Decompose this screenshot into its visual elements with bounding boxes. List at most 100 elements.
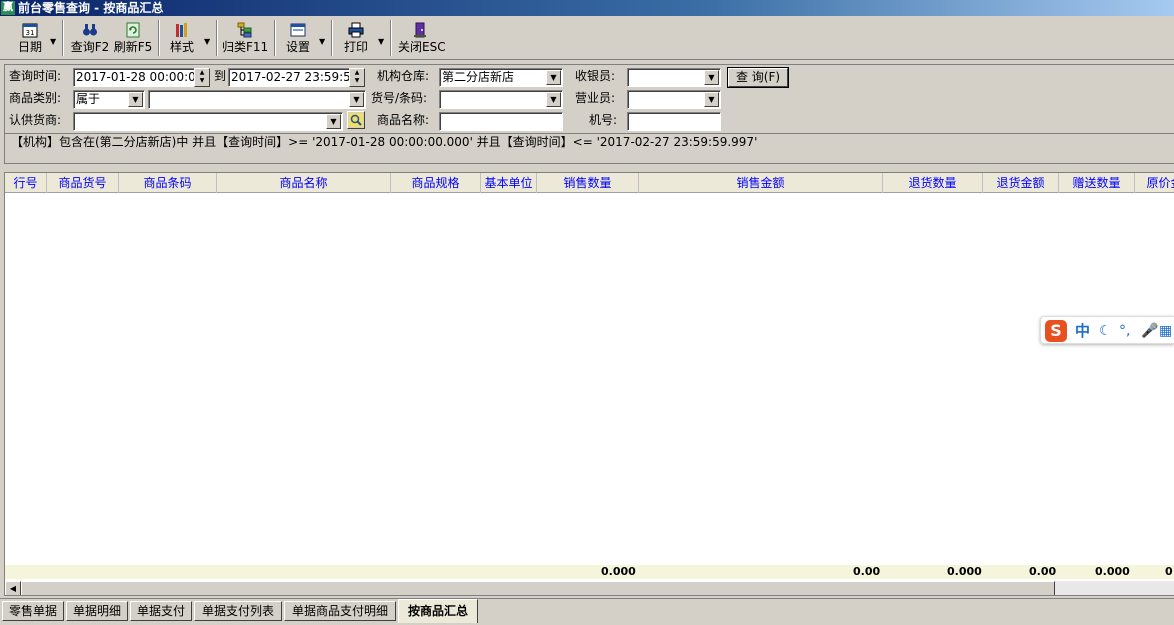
toolbar-separator [158, 20, 160, 56]
category-select[interactable]: ▼ [148, 90, 366, 109]
sogou-logo-icon[interactable]: S [1045, 320, 1067, 342]
chevron-down-icon[interactable]: ▼ [546, 92, 561, 107]
chevron-down-icon[interactable]: ▼ [326, 114, 341, 129]
category-operator-select[interactable]: 属于 ▼ [73, 90, 145, 109]
column-header[interactable]: 商品货号 [47, 173, 119, 193]
machine-label: 机号: [589, 113, 618, 127]
query-time-from-input[interactable]: 2017-01-28 00:00:00 [73, 68, 195, 87]
style-button[interactable]: 样式 [166, 20, 198, 58]
column-header[interactable]: 商品规格 [391, 173, 481, 193]
category-label: 商品类别: [9, 91, 62, 105]
filter-panel: 查询时间: 2017-01-28 00:00:00 ▲ ▼ 到 2017-02-2… [4, 64, 1174, 134]
total-gift-qty: 0.000 [1095, 565, 1130, 578]
print-label: 打印 [343, 40, 368, 54]
print-dropdown-icon[interactable]: ▼ [378, 38, 386, 46]
style-dropdown-icon[interactable]: ▼ [204, 38, 212, 46]
app-icon: 赢 [1, 1, 15, 15]
org-warehouse-select[interactable]: 第二分店新店 ▼ [439, 68, 563, 87]
query-time-from-spinner[interactable]: ▲ ▼ [194, 68, 210, 87]
chevron-down-icon[interactable]: ▼ [546, 70, 561, 85]
tab-document-payment[interactable]: 单据支付 [130, 601, 192, 621]
total-sales-amount: 0.00 [853, 565, 881, 578]
ime-toolbar[interactable]: S 中 ☾ °, 🎤 ▦ [1040, 316, 1174, 344]
bottom-tabs: 零售单据 单据明细 单据支付 单据支付列表 单据商品支付明细 按商品汇总 [0, 598, 1174, 625]
toolbar-separator [216, 20, 218, 56]
total-original-amount: 0 [1165, 565, 1173, 578]
group-button[interactable]: 归类F11 [222, 20, 268, 58]
scroll-thumb[interactable] [21, 581, 1055, 595]
microphone-icon[interactable]: 🎤 [1141, 321, 1158, 341]
tab-retail-documents[interactable]: 零售单据 [2, 601, 64, 621]
total-sales-qty: 0.000 [601, 565, 636, 578]
salesperson-label: 营业员: [575, 91, 616, 105]
horizontal-scrollbar[interactable]: ◀ [5, 581, 1174, 595]
tab-document-payment-list[interactable]: 单据支付列表 [194, 601, 282, 621]
date-dropdown-icon[interactable]: ▼ [50, 38, 58, 46]
close-button[interactable]: 关闭ESC [398, 20, 446, 58]
moon-icon[interactable]: ☾ [1099, 321, 1112, 341]
query-time-to-spinner[interactable]: ▲ ▼ [349, 68, 365, 87]
column-header[interactable]: 退货数量 [883, 173, 983, 193]
style-label: 样式 [169, 40, 194, 54]
chevron-down-icon[interactable]: ▼ [704, 70, 719, 85]
supplier-select[interactable]: ▼ [73, 112, 343, 131]
column-header[interactable]: 商品条码 [119, 173, 217, 193]
date-button[interactable]: 31 日期 [12, 20, 48, 58]
printer-icon [348, 22, 364, 38]
column-header[interactable]: 商品名称 [217, 173, 391, 193]
column-header[interactable]: 行号 [5, 173, 47, 193]
salesperson-select[interactable]: ▼ [627, 90, 721, 109]
exit-door-icon [414, 22, 426, 38]
toolbar: 31 日期 ▼ 查询F2 刷新F5 样式 ▼ 归类F11 设置 ▼ 打印 ▼ 关… [0, 16, 1174, 60]
supplier-search-button[interactable] [347, 111, 365, 129]
tab-document-details[interactable]: 单据明细 [66, 601, 128, 621]
column-header[interactable]: 赠送数量 [1059, 173, 1135, 193]
calendar-icon: 31 [22, 23, 38, 38]
toolbar-separator [331, 20, 333, 56]
chevron-down-icon[interactable]: ▼ [128, 92, 143, 107]
print-button[interactable]: 打印 [340, 20, 372, 58]
title-bar: 赢 前台零售查询 - 按商品汇总 [0, 0, 1174, 16]
cashier-select[interactable]: ▼ [627, 68, 721, 87]
data-grid[interactable]: 行号 商品货号 商品条码 商品名称 商品规格 基本单位 销售数量 销售金额 退货… [4, 172, 1174, 596]
refresh-icon [126, 22, 140, 38]
settings-label: 设置 [285, 40, 310, 54]
settings-dropdown-icon[interactable]: ▼ [319, 38, 327, 46]
org-warehouse-label: 机构仓库: [377, 69, 430, 83]
punctuation-icon[interactable]: °, [1119, 321, 1130, 341]
column-header[interactable]: 退货金额 [983, 173, 1059, 193]
query-time-label: 查询时间: [9, 69, 62, 83]
binoculars-icon [83, 24, 97, 36]
tab-summary-by-item[interactable]: 按商品汇总 [398, 599, 478, 623]
chevron-down-icon[interactable]: ▼ [349, 92, 364, 107]
item-name-label: 商品名称: [377, 113, 430, 127]
query-time-to-input[interactable]: 2017-02-27 23:59:59 [228, 68, 350, 87]
category-operator-value: 属于 [76, 92, 101, 106]
chevron-down-icon[interactable]: ▼ [704, 92, 719, 107]
keyboard-icon[interactable]: ▦ [1159, 321, 1172, 341]
column-header[interactable]: 原价金 [1135, 173, 1174, 193]
to-label: 到 [214, 69, 227, 83]
date-label: 日期 [17, 40, 42, 54]
ime-mode-label[interactable]: 中 [1075, 321, 1090, 341]
tree-group-icon [237, 22, 252, 38]
machine-input[interactable] [627, 112, 721, 131]
tab-document-item-payment-details[interactable]: 单据商品支付明细 [284, 601, 396, 621]
books-icon [176, 23, 187, 37]
refresh-button[interactable]: 刷新F5 [113, 20, 153, 58]
supplier-label: 认供货商: [9, 113, 62, 127]
scroll-left-icon[interactable]: ◀ [5, 581, 21, 595]
column-header[interactable]: 基本单位 [481, 173, 537, 193]
column-header[interactable]: 销售数量 [537, 173, 639, 193]
column-header[interactable]: 销售金额 [639, 173, 883, 193]
org-warehouse-value: 第二分店新店 [442, 70, 515, 84]
total-return-qty: 0.000 [947, 565, 982, 578]
item-name-input[interactable] [439, 112, 563, 131]
query-submit-button[interactable]: 查 询(F) [728, 68, 788, 87]
toolbar-separator [390, 20, 392, 56]
settings-button[interactable]: 设置 [282, 20, 314, 58]
refresh-label: 刷新F5 [113, 40, 153, 54]
query-button[interactable]: 查询F2 [70, 20, 110, 58]
item-code-select[interactable]: ▼ [439, 90, 563, 109]
cashier-label: 收银员: [575, 69, 616, 83]
